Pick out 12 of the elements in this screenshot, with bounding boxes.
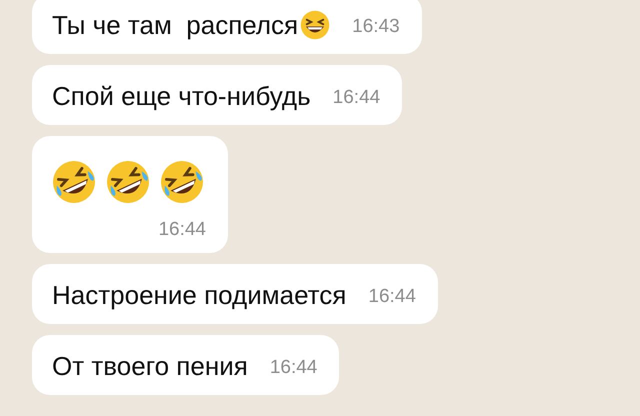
message-text: Настроение подимается xyxy=(52,279,346,312)
message-time: 16:44 xyxy=(158,220,206,239)
message-text: Ты че там распелся xyxy=(52,9,298,42)
message-time: 16:44 xyxy=(368,286,416,307)
message-text: Спой еще что-нибудь xyxy=(52,80,311,113)
laughing-face-icon xyxy=(50,158,98,206)
message-time: 16:44 xyxy=(332,87,380,108)
laughing-face-icon xyxy=(158,158,206,206)
message-time: 16:43 xyxy=(352,16,400,37)
message-time: 16:44 xyxy=(270,357,318,378)
laughing-face-icon xyxy=(104,158,152,206)
message-text: От твоего пения xyxy=(52,350,248,383)
